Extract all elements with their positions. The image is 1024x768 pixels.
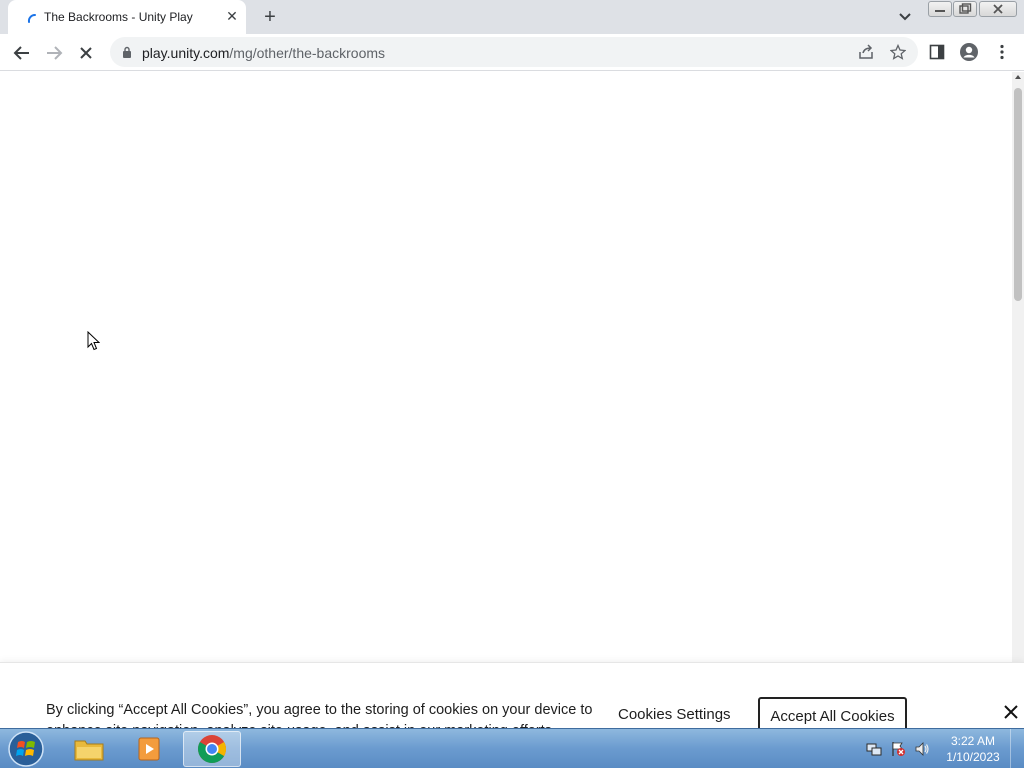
clock-time: 3:22 AM: [950, 734, 996, 748]
close-window-button[interactable]: [979, 1, 1017, 17]
stop-loading-button[interactable]: [74, 41, 98, 65]
back-button[interactable]: [10, 41, 34, 65]
tab-title: The Backrooms - Unity Play: [44, 10, 193, 24]
star-icon[interactable]: [890, 44, 906, 60]
system-clock[interactable]: 3:22 AM 1/10/2023: [938, 733, 1008, 765]
taskbar-chrome[interactable]: [183, 731, 241, 767]
close-icon[interactable]: [1002, 703, 1020, 721]
cookies-settings-button[interactable]: Cookies Settings: [618, 706, 731, 723]
scrollbar-thumb[interactable]: [1014, 88, 1022, 301]
cookie-consent-text: By clicking “Accept All Cookies”, you ag…: [46, 702, 593, 728]
lock-icon: [123, 46, 131, 58]
url-text[interactable]: play.unity.com/mg/other/the-backrooms: [142, 45, 385, 61]
browser-toolbar: play.unity.com/mg/other/the-backrooms: [0, 34, 1024, 71]
tab-close-icon[interactable]: ✕: [224, 8, 240, 24]
minimize-button[interactable]: [928, 1, 952, 17]
network-icon[interactable]: [866, 741, 882, 757]
action-center-flag-icon[interactable]: [890, 741, 906, 757]
folder-icon: [74, 740, 104, 761]
url-host: play.unity.com: [142, 45, 230, 61]
show-desktop-button[interactable]: [1010, 729, 1024, 768]
chrome-icon: [198, 735, 226, 763]
close-icon: [80, 47, 92, 59]
profile-avatar-icon[interactable]: [959, 42, 979, 62]
more-menu-icon[interactable]: [995, 44, 1009, 60]
page-content: [0, 72, 1012, 727]
media-player-icon: [138, 737, 160, 761]
forward-button[interactable]: [42, 41, 66, 65]
mouse-cursor-icon: [87, 331, 100, 351]
cookie-banner: By clicking “Accept All Cookies”, you ag…: [0, 662, 1024, 728]
url-path: /mg/other/the-backrooms: [229, 45, 386, 61]
address-bar[interactable]: play.unity.com/mg/other/the-backrooms: [110, 37, 918, 67]
tab-strip: The Backrooms - Unity Play ✕ +: [0, 0, 1024, 34]
taskbar: 3:22 AM 1/10/2023: [0, 728, 1024, 768]
vertical-scrollbar[interactable]: [1012, 72, 1024, 727]
restore-button[interactable]: [953, 1, 977, 17]
arrow-left-icon: [13, 46, 29, 60]
new-tab-button[interactable]: +: [259, 6, 281, 28]
chevron-down-icon[interactable]: [896, 9, 914, 25]
volume-icon[interactable]: [914, 741, 930, 757]
loading-spinner-icon: [27, 13, 36, 23]
windows-start-icon[interactable]: [6, 730, 46, 768]
share-icon[interactable]: [858, 44, 874, 60]
scroll-up-arrow-icon[interactable]: [1015, 75, 1021, 79]
taskbar-file-explorer[interactable]: [60, 731, 118, 767]
taskbar-media-player[interactable]: [121, 731, 179, 767]
tab-active[interactable]: The Backrooms - Unity Play ✕: [8, 0, 246, 34]
accept-all-cookies-button[interactable]: Accept All Cookies: [758, 697, 907, 728]
arrow-right-icon: [47, 46, 63, 60]
clock-date: 1/10/2023: [946, 750, 1000, 764]
side-panel-icon[interactable]: [929, 44, 945, 60]
screen: The Backrooms - Unity Play ✕ + play.unit…: [0, 0, 1024, 768]
